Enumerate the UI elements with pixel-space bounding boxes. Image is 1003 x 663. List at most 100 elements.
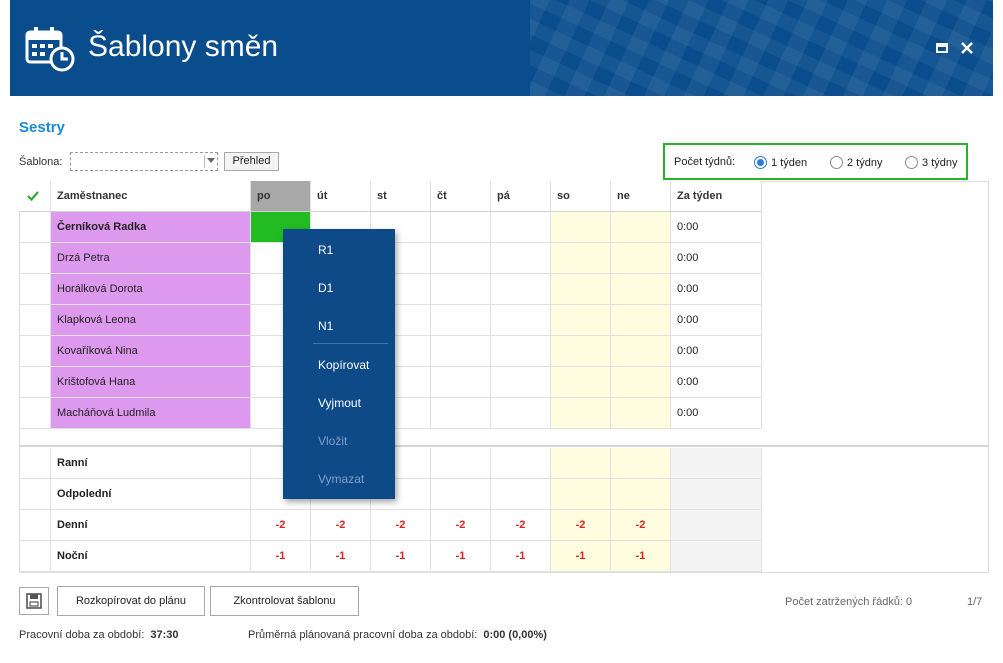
col-day-ct[interactable]: čt xyxy=(431,181,491,212)
summary-value xyxy=(431,448,491,479)
employee-name[interactable]: Horálková Dorota xyxy=(51,274,251,305)
shift-cell-čt[interactable] xyxy=(431,305,491,336)
shift-cell-čt[interactable] xyxy=(431,274,491,305)
summary-value xyxy=(491,479,551,510)
shift-cell-čt[interactable] xyxy=(431,398,491,429)
shift-cell-čt[interactable] xyxy=(431,336,491,367)
maximize-icon[interactable] xyxy=(934,40,950,56)
work-time-label: Pracovní doba za období: xyxy=(19,629,145,641)
menu-item-d1[interactable]: D1 xyxy=(318,281,333,295)
summary-value xyxy=(611,479,671,510)
row-check[interactable] xyxy=(19,367,51,398)
row-check[interactable] xyxy=(19,336,51,367)
menu-item-paste: Vložit xyxy=(318,434,348,448)
shift-cell-so[interactable] xyxy=(551,243,611,274)
summary-value xyxy=(551,448,611,479)
check-template-button[interactable]: Zkontrolovat šablonu xyxy=(210,586,359,616)
week-total-cell: 0:00 xyxy=(671,305,762,336)
employee-name[interactable]: Krištofová Hana xyxy=(51,367,251,398)
shift-cell-so[interactable] xyxy=(551,336,611,367)
summary-label: Noční xyxy=(51,541,251,572)
shift-cell-ne[interactable] xyxy=(611,274,671,305)
shift-cell-pá[interactable] xyxy=(491,398,551,429)
menu-item-clear: Vymazat xyxy=(318,472,365,486)
col-day-ne[interactable]: ne xyxy=(611,181,671,212)
shift-cell-pá[interactable] xyxy=(491,212,551,243)
employee-name[interactable]: Drzá Petra xyxy=(51,243,251,274)
summary-value: -1 xyxy=(611,541,671,572)
shift-cell-so[interactable] xyxy=(551,398,611,429)
radio-1-week[interactable]: 1 týden xyxy=(754,156,807,169)
copy-to-plan-button[interactable]: Rozkopírovat do plánu xyxy=(57,586,205,616)
employee-name[interactable]: Černíková Radka xyxy=(51,212,251,243)
employee-name[interactable]: Kovaříková Nina xyxy=(51,336,251,367)
summary-value xyxy=(491,448,551,479)
shift-cell-pá[interactable] xyxy=(491,274,551,305)
shift-cell-čt[interactable] xyxy=(431,212,491,243)
row-check[interactable] xyxy=(19,274,51,305)
radio-2-weeks[interactable]: 2 týdny xyxy=(830,156,882,169)
radio-selected-icon[interactable] xyxy=(754,156,767,169)
shift-cell-čt[interactable] xyxy=(431,243,491,274)
row-check[interactable] xyxy=(19,212,51,243)
context-menu: R1 D1 N1 Kopírovat Vyjmout Vložit Vymaza… xyxy=(283,229,395,499)
summary-total-cell xyxy=(671,448,762,479)
col-employee[interactable]: Zaměstnanec xyxy=(51,181,251,212)
menu-item-r1[interactable]: R1 xyxy=(318,243,333,257)
shift-cell-pá[interactable] xyxy=(491,305,551,336)
row-check[interactable] xyxy=(19,398,51,429)
close-icon[interactable] xyxy=(959,40,975,56)
section-title: Sestry xyxy=(19,119,65,136)
col-day-so[interactable]: so xyxy=(551,181,611,212)
summary-value: -2 xyxy=(611,510,671,541)
week-total-cell: 0:00 xyxy=(671,398,762,429)
shift-cell-so[interactable] xyxy=(551,212,611,243)
menu-item-n1[interactable]: N1 xyxy=(318,319,333,333)
col-day-st[interactable]: st xyxy=(371,181,431,212)
menu-item-copy[interactable]: Kopírovat xyxy=(318,358,369,372)
shift-cell-so[interactable] xyxy=(551,305,611,336)
col-day-po[interactable]: po xyxy=(251,181,311,212)
shift-cell-pá[interactable] xyxy=(491,336,551,367)
chevron-down-icon[interactable] xyxy=(207,158,215,163)
save-icon[interactable] xyxy=(20,588,48,614)
menu-item-cut[interactable]: Vyjmout xyxy=(318,396,361,410)
radio-empty-icon[interactable] xyxy=(830,156,843,169)
shift-cell-pá[interactable] xyxy=(491,243,551,274)
shift-cell-ne[interactable] xyxy=(611,243,671,274)
shift-cell-so[interactable] xyxy=(551,274,611,305)
row-check[interactable] xyxy=(19,305,51,336)
shift-cell-ne[interactable] xyxy=(611,305,671,336)
checkmark-icon[interactable] xyxy=(27,190,39,202)
shift-cell-ne[interactable] xyxy=(611,398,671,429)
avg-time-label: Průměrná plánovaná pracovní doba za obdo… xyxy=(248,629,478,641)
col-day-pa[interactable]: pá xyxy=(491,181,551,212)
template-select[interactable] xyxy=(70,152,218,171)
row-check[interactable] xyxy=(19,243,51,274)
summary-value xyxy=(431,479,491,510)
overview-button[interactable]: Přehled xyxy=(224,152,279,171)
summary-label: Denní xyxy=(51,510,251,541)
window-title: Šablony směn xyxy=(88,30,279,63)
radio-3-weeks[interactable]: 3 týdny xyxy=(905,156,957,169)
summary-row: Denní -2 -2 -2 -2 -2 -2 -2 xyxy=(19,510,762,541)
radio-empty-icon[interactable] xyxy=(905,156,918,169)
week-total-cell: 0:00 xyxy=(671,243,762,274)
week-total-cell: 0:00 xyxy=(671,274,762,305)
summary-value: -1 xyxy=(311,541,371,572)
summary-spacer xyxy=(19,448,51,479)
col-day-ut[interactable]: út xyxy=(311,181,371,212)
summary-value: -2 xyxy=(491,510,551,541)
shift-cell-so[interactable] xyxy=(551,367,611,398)
col-week-total[interactable]: Za týden xyxy=(671,181,762,212)
employee-name[interactable]: Klapková Leona xyxy=(51,305,251,336)
shift-cell-pá[interactable] xyxy=(491,367,551,398)
employee-name[interactable]: Macháňová Ludmila xyxy=(51,398,251,429)
shift-cell-ne[interactable] xyxy=(611,367,671,398)
shift-cell-ne[interactable] xyxy=(611,212,671,243)
shift-cell-čt[interactable] xyxy=(431,367,491,398)
shift-cell-ne[interactable] xyxy=(611,336,671,367)
select-all-check[interactable] xyxy=(19,181,51,212)
save-button[interactable] xyxy=(19,587,49,615)
summary-value xyxy=(611,448,671,479)
